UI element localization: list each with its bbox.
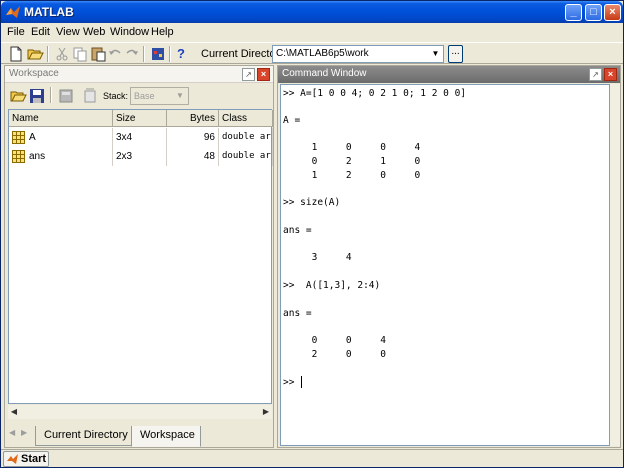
current-directory-combobox[interactable]: C:\MATLAB6p5\work ▼ — [272, 45, 444, 63]
delete-icon[interactable] — [81, 87, 99, 105]
column-divider — [112, 166, 113, 403]
variable-class: double arr — [219, 128, 273, 147]
console-line: A = — [283, 115, 301, 126]
workspace-header: Workspace ↗ × — [5, 66, 273, 83]
text-caret — [301, 376, 302, 388]
tab-scroll-left-icon[interactable]: ◀ — [9, 428, 15, 437]
toolbar-separator — [50, 87, 52, 103]
variable-class: double arr — [219, 147, 273, 166]
matrix-variable-icon — [12, 131, 25, 144]
command-window-title: Command Window — [282, 68, 367, 79]
column-header-name[interactable]: Name — [9, 110, 113, 127]
chevron-down-icon[interactable]: ▼ — [173, 89, 187, 103]
new-file-icon[interactable] — [7, 45, 25, 63]
matlab-logo-icon — [6, 6, 20, 18]
workspace-panel: Workspace ↗ × Stack: Base ▼ Name Size By… — [4, 65, 274, 448]
horizontal-scrollbar[interactable]: ◀ ▶ — [8, 405, 272, 419]
variable-size: 2x3 — [113, 147, 167, 166]
variable-size: 3x4 — [113, 128, 167, 147]
variable-bytes: 48 — [167, 147, 219, 166]
cut-icon[interactable] — [53, 45, 71, 63]
console-line: >> A=[1 0 0 4; 0 2 1 0; 1 2 0 0] — [283, 88, 467, 99]
console-line: ans = — [283, 225, 312, 236]
console-line: 1 2 0 0 — [283, 170, 421, 181]
matlab-logo-icon — [7, 454, 18, 464]
command-window-header: Command Window ↗ × — [278, 66, 620, 83]
close-command-window-icon[interactable]: × — [604, 68, 617, 81]
column-header-bytes[interactable]: Bytes — [167, 110, 219, 127]
console-line: >> size(A) — [283, 197, 341, 208]
stack-select[interactable]: Base ▼ — [130, 87, 189, 105]
maximize-button[interactable]: □ — [585, 4, 602, 21]
status-bar: Start — [1, 449, 623, 467]
matlab-window: MATLAB _ □ × File Edit View Web Window H… — [0, 0, 624, 468]
column-header-size[interactable]: Size — [113, 110, 167, 127]
redo-icon[interactable] — [123, 45, 141, 63]
scroll-left-icon[interactable]: ◀ — [8, 405, 20, 419]
workspace-toolbar: Stack: Base ▼ — [5, 84, 273, 108]
stack-label: Stack: — [103, 91, 129, 101]
window-title: MATLAB — [24, 5, 74, 19]
menu-bar: File Edit View Web Window Help — [1, 23, 623, 42]
start-label: Start — [21, 453, 47, 465]
close-button[interactable]: × — [604, 4, 621, 21]
tab-workspace[interactable]: Workspace — [131, 426, 201, 447]
chevron-down-icon[interactable]: ▼ — [428, 46, 443, 62]
command-window-panel: Command Window ↗ × >> A=[1 0 0 4; 0 2 1 … — [277, 65, 621, 448]
help-icon[interactable]: ? — [177, 46, 195, 64]
stack-value: Base — [134, 91, 155, 101]
open-folder-icon[interactable] — [9, 87, 27, 105]
variable-name: ans — [29, 151, 46, 162]
console-line: 0 0 4 — [283, 335, 386, 346]
main-toolbar: ? Current Directory: C:\MATLAB6p5\work ▼… — [1, 42, 623, 64]
menu-web[interactable]: Web — [83, 26, 105, 38]
matrix-variable-icon — [12, 150, 25, 163]
tab-current-directory[interactable]: Current Directory — [35, 426, 137, 446]
table-row[interactable]: ans — [9, 147, 113, 166]
variable-name: A — [29, 132, 36, 143]
tab-scroll-right-icon[interactable]: ▶ — [21, 428, 27, 437]
toolbar-separator — [143, 46, 145, 62]
close-workspace-icon[interactable]: × — [257, 68, 270, 81]
column-header-class[interactable]: Class — [219, 110, 273, 127]
undock-icon[interactable]: ↗ — [589, 68, 602, 81]
vertical-scrollbar[interactable] — [610, 84, 620, 446]
console-line: 3 4 — [283, 252, 352, 263]
menu-view[interactable]: View — [56, 26, 80, 38]
menu-window[interactable]: Window — [110, 26, 149, 38]
paste-icon[interactable] — [89, 45, 107, 63]
open-selection-icon[interactable] — [57, 87, 75, 105]
start-button[interactable]: Start — [3, 451, 49, 467]
menu-file[interactable]: File — [7, 26, 25, 38]
command-prompt[interactable]: >> — [283, 377, 300, 388]
table-row[interactable]: A — [9, 128, 113, 147]
undock-icon[interactable]: ↗ — [242, 68, 255, 81]
simulink-icon[interactable] — [149, 45, 167, 63]
workspace-tab-strip: ◀ ▶ Current Directory Workspace — [5, 422, 273, 447]
scroll-right-icon[interactable]: ▶ — [260, 405, 272, 419]
menu-edit[interactable]: Edit — [31, 26, 50, 38]
toolbar-separator — [169, 46, 171, 62]
console-line: 1 0 0 4 — [283, 142, 421, 153]
console-line: 2 0 0 — [283, 349, 386, 360]
variable-bytes: 96 — [167, 128, 219, 147]
browse-directory-button[interactable]: ... — [448, 45, 463, 63]
workspace-variable-table[interactable]: Name Size Bytes Class A 3x4 96 double ar… — [8, 109, 273, 404]
console-line: 0 2 1 0 — [283, 156, 421, 167]
copy-icon[interactable] — [71, 45, 89, 63]
undo-icon[interactable] — [106, 45, 124, 63]
minimize-button[interactable]: _ — [565, 4, 582, 21]
menu-help[interactable]: Help — [151, 26, 174, 38]
command-window-console[interactable]: >> A=[1 0 0 4; 0 2 1 0; 1 2 0 0] A = 1 0… — [280, 84, 610, 446]
current-directory-value: C:\MATLAB6p5\work — [276, 48, 369, 59]
console-line: >> A([1,3], 2:4) — [283, 280, 381, 291]
save-icon[interactable] — [28, 87, 46, 105]
open-folder-icon[interactable] — [26, 45, 44, 63]
toolbar-separator — [47, 46, 49, 62]
console-line: ans = — [283, 308, 312, 319]
title-bar[interactable]: MATLAB _ □ × — [1, 1, 623, 23]
workspace-title: Workspace — [9, 68, 59, 79]
